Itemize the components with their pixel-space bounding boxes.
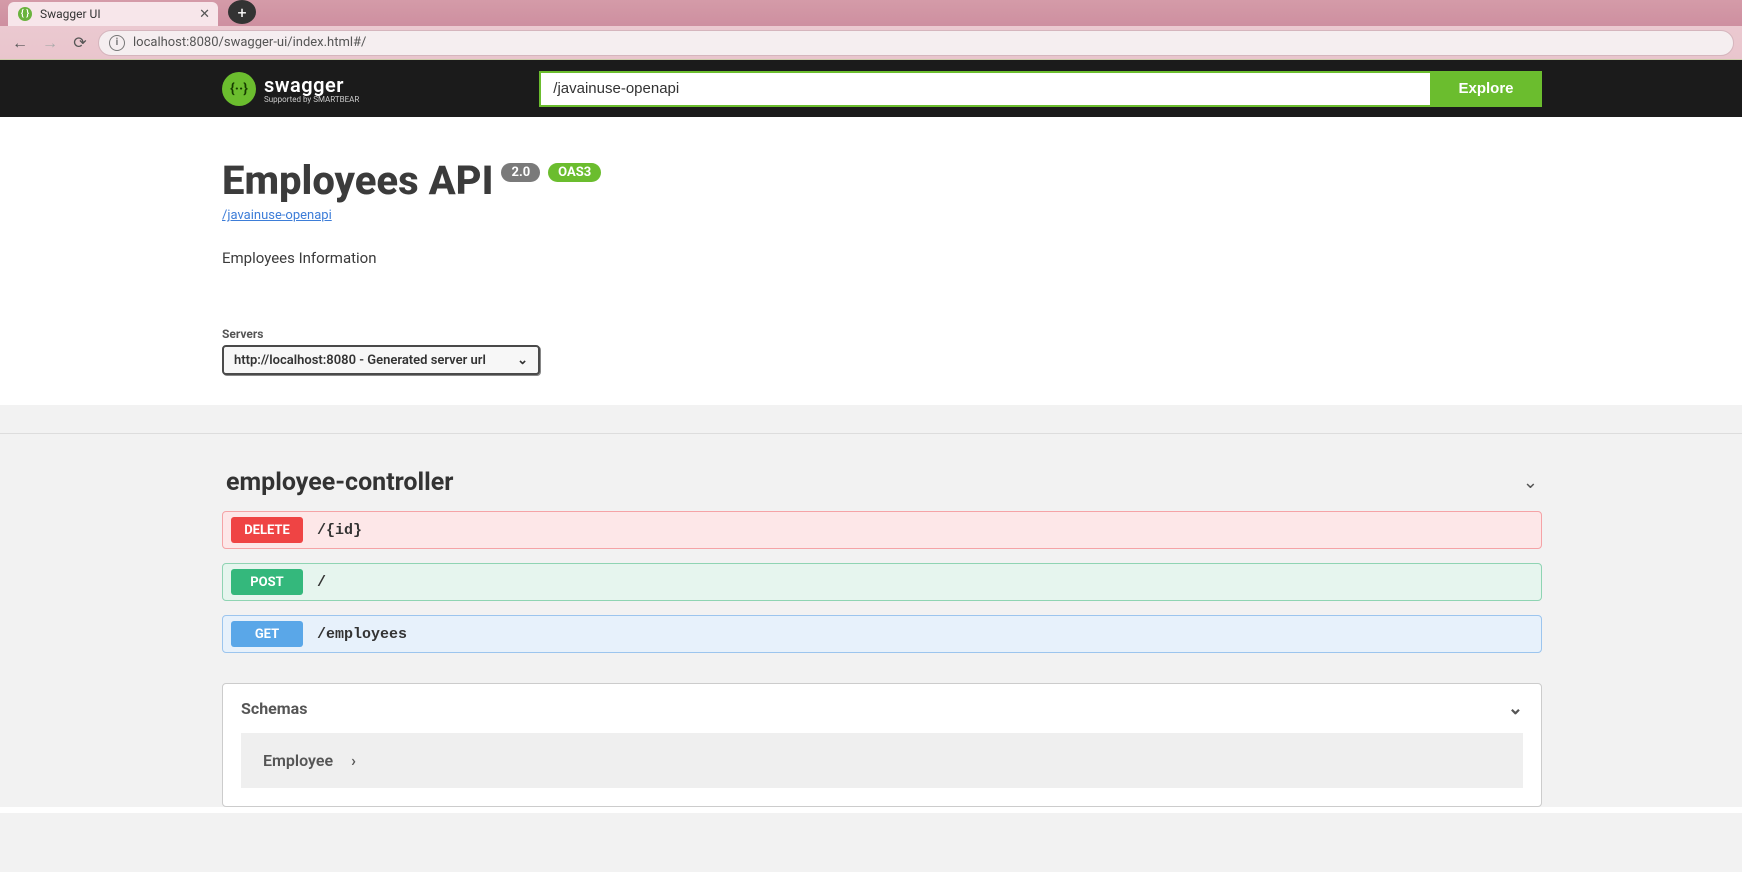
reload-icon[interactable]: ⟳ <box>68 31 92 55</box>
oas-badge: OAS3 <box>548 163 601 182</box>
operation-path: /{id} <box>317 522 362 539</box>
brand-name: swagger <box>264 73 359 97</box>
back-icon[interactable]: ← <box>8 31 32 55</box>
schemas-header[interactable]: Schemas ⌄ <box>223 684 1541 733</box>
spec-url-input[interactable] <box>539 71 1430 107</box>
chevron-down-icon: ⌄ <box>517 353 528 368</box>
method-badge: POST <box>231 569 303 595</box>
operation-path: / <box>317 574 326 591</box>
new-tab-button[interactable]: + <box>228 0 256 24</box>
operation-get[interactable]: GET/employees <box>222 615 1542 653</box>
version-badge: 2.0 <box>501 163 540 182</box>
url-text: localhost:8080/swagger-ui/index.html#/ <box>133 35 366 50</box>
swagger-logo-icon: {··} <box>222 72 256 106</box>
tag-name: employee-controller <box>226 468 453 497</box>
spec-link[interactable]: /javainuse-openapi <box>222 208 332 223</box>
servers-label: Servers <box>222 327 1542 341</box>
operation-delete[interactable]: DELETE /{id} <box>222 511 1542 549</box>
schemas-section: Schemas ⌄ Employee › <box>222 683 1542 807</box>
chevron-right-icon: › <box>351 751 356 770</box>
schemas-title: Schemas <box>241 699 307 718</box>
server-select[interactable]: http://localhost:8080 - Generated server… <box>222 345 540 375</box>
swagger-favicon-icon: { } <box>18 7 32 21</box>
server-selected: http://localhost:8080 - Generated server… <box>234 353 486 368</box>
browser-tab[interactable]: { } Swagger UI ✕ <box>8 2 218 26</box>
tag-header[interactable]: employee-controller ⌄ <box>222 462 1542 511</box>
api-description: Employees Information <box>222 249 1542 267</box>
method-badge: GET <box>231 621 303 647</box>
close-icon[interactable]: ✕ <box>199 7 210 22</box>
browser-address-bar: ← → ⟳ i localhost:8080/swagger-ui/index.… <box>0 26 1742 60</box>
method-badge: DELETE <box>231 517 303 543</box>
url-field[interactable]: i localhost:8080/swagger-ui/index.html#/ <box>98 30 1734 56</box>
explore-button[interactable]: Explore <box>1430 71 1542 107</box>
swagger-logo: {··} swagger Supported by SMARTBEAR <box>222 72 359 106</box>
api-title: Employees API <box>222 157 493 204</box>
swagger-topbar: {··} swagger Supported by SMARTBEAR Expl… <box>0 60 1742 117</box>
schema-name: Employee <box>263 751 333 770</box>
browser-tab-strip: { } Swagger UI ✕ + <box>0 0 1742 26</box>
schema-item[interactable]: Employee › <box>241 733 1523 788</box>
forward-icon[interactable]: → <box>38 31 62 55</box>
operation-post[interactable]: POST / <box>222 563 1542 601</box>
operation-path: /employees <box>317 626 407 643</box>
chevron-down-icon: ⌄ <box>1523 472 1538 493</box>
chevron-down-icon: ⌄ <box>1508 698 1523 719</box>
site-info-icon[interactable]: i <box>109 35 125 51</box>
brand-sub: Supported by SMARTBEAR <box>264 95 359 104</box>
tab-title: Swagger UI <box>40 7 101 21</box>
